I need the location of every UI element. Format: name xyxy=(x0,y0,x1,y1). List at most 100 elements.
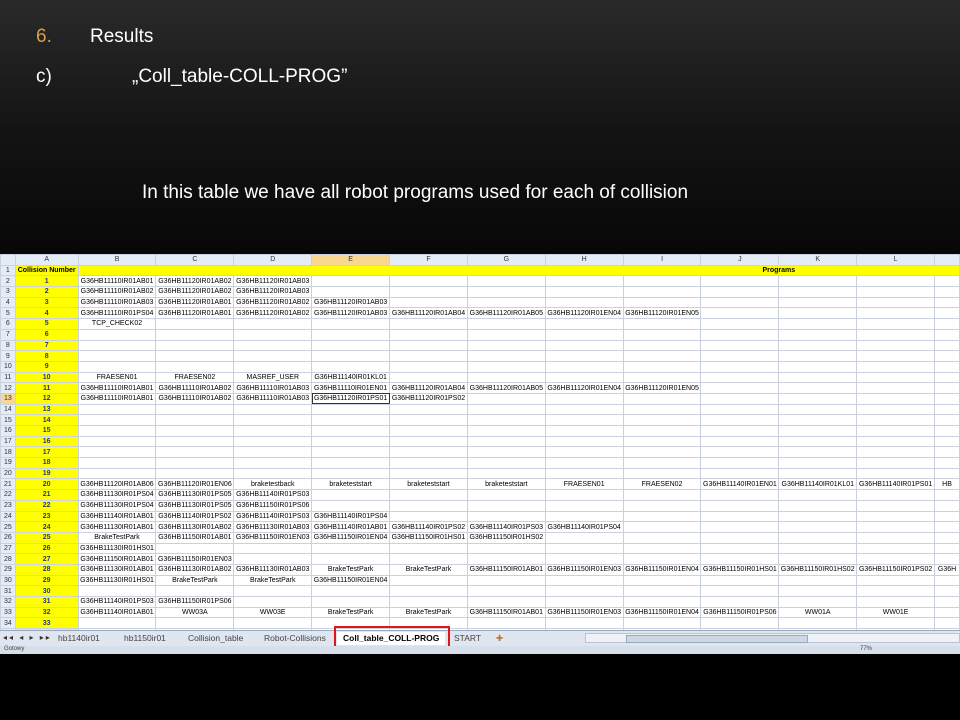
program-cell[interactable] xyxy=(700,585,780,597)
collision-number-cell[interactable]: 11 xyxy=(14,382,79,394)
program-cell[interactable]: braketestback xyxy=(233,478,313,491)
program-cell[interactable]: G36HB11150IR01AB01 xyxy=(466,563,546,576)
tab-robot-collisions[interactable]: Robot-Collisions xyxy=(258,632,332,645)
collision-number-cell[interactable]: 24 xyxy=(14,521,79,533)
program-cell[interactable] xyxy=(856,542,936,555)
program-cell[interactable]: G36HB11120IR01AB03 xyxy=(233,275,313,288)
row-header[interactable]: 17 xyxy=(0,435,16,448)
collision-number-cell[interactable]: 15 xyxy=(14,425,79,437)
program-cell[interactable]: G36HB11140IR01AB01 xyxy=(77,510,157,523)
row-header[interactable]: 21 xyxy=(0,478,16,491)
program-cell[interactable] xyxy=(700,286,780,298)
program-cell[interactable] xyxy=(311,286,391,298)
program-cell[interactable] xyxy=(311,553,391,565)
program-cell[interactable] xyxy=(389,414,468,426)
program-cell[interactable]: G36HB11140IR01PS03 xyxy=(233,489,313,501)
program-cell[interactable] xyxy=(622,553,702,565)
row-header[interactable]: 33 xyxy=(0,606,16,619)
program-cell[interactable] xyxy=(622,350,702,362)
program-cell[interactable]: G36HB11120IR01AB02 xyxy=(155,286,235,298)
program-cell[interactable] xyxy=(700,318,780,330)
program-cell[interactable] xyxy=(466,574,546,587)
tab-start[interactable]: START xyxy=(448,632,487,645)
collision-number-cell[interactable]: 27 xyxy=(14,553,79,565)
program-cell[interactable] xyxy=(622,435,702,448)
program-cell[interactable] xyxy=(700,339,780,352)
program-cell[interactable] xyxy=(934,489,960,501)
program-cell[interactable] xyxy=(934,360,960,373)
program-cell[interactable]: G36HB11150IR01EN03 xyxy=(544,606,624,619)
program-cell[interactable]: G36HB11110IR01PS04 xyxy=(77,307,157,320)
program-cell[interactable] xyxy=(77,585,157,597)
program-cell[interactable] xyxy=(700,296,780,309)
program-cell[interactable] xyxy=(311,403,391,416)
program-cell[interactable]: BrakeTestPark xyxy=(233,574,313,587)
program-cell[interactable]: G36HB11150IR01EN04 xyxy=(311,574,391,587)
program-cell[interactable] xyxy=(389,403,468,416)
program-cell[interactable]: G36HB11120IR01AB06 xyxy=(77,478,157,491)
program-cell[interactable] xyxy=(389,510,468,523)
row-header[interactable]: 30 xyxy=(0,574,16,587)
program-cell[interactable] xyxy=(466,296,546,309)
program-cell[interactable] xyxy=(544,339,624,352)
program-cell[interactable] xyxy=(233,328,313,341)
program-cell[interactable] xyxy=(311,328,391,341)
program-cell[interactable] xyxy=(934,392,960,405)
program-cell[interactable] xyxy=(544,457,624,469)
program-cell[interactable]: G36HB11130IR01HS01 xyxy=(77,542,157,555)
collision-number-cell[interactable]: 1 xyxy=(14,275,79,288)
program-cell[interactable] xyxy=(856,435,936,448)
program-cell[interactable]: G36HB11150IR01EN03 xyxy=(233,531,313,544)
program-cell[interactable] xyxy=(389,360,468,373)
program-cell[interactable] xyxy=(622,585,702,597)
program-cell[interactable] xyxy=(700,521,780,533)
program-cell[interactable] xyxy=(311,596,391,608)
collision-number-cell[interactable]: 19 xyxy=(14,467,79,480)
program-cell[interactable] xyxy=(311,446,391,459)
collision-number-cell[interactable]: 17 xyxy=(14,446,79,459)
program-cell[interactable] xyxy=(700,574,780,587)
collision-number-cell[interactable]: 8 xyxy=(14,350,79,362)
column-header[interactable]: J xyxy=(700,254,780,266)
row-header[interactable]: 28 xyxy=(0,553,16,565)
select-all-corner[interactable] xyxy=(0,254,16,266)
program-cell[interactable] xyxy=(233,414,313,426)
program-cell[interactable] xyxy=(856,403,936,416)
row-header[interactable]: 15 xyxy=(0,414,16,426)
program-cell[interactable] xyxy=(389,542,468,555)
program-cell[interactable] xyxy=(544,318,624,330)
program-cell[interactable] xyxy=(700,382,780,394)
program-cell[interactable]: braketeststart xyxy=(311,478,391,491)
column-header[interactable]: C xyxy=(155,254,235,266)
program-cell[interactable] xyxy=(934,457,960,469)
program-cell[interactable] xyxy=(700,403,780,416)
program-cell[interactable] xyxy=(466,457,546,469)
tab-collision-table[interactable]: Collision_table xyxy=(182,632,249,645)
row-header[interactable]: 27 xyxy=(0,542,16,555)
program-cell[interactable]: G36HB11120IR01AB02 xyxy=(155,275,235,288)
program-cell[interactable] xyxy=(622,318,702,330)
program-cell[interactable]: HB xyxy=(934,478,960,491)
program-cell[interactable] xyxy=(778,318,858,330)
program-cell[interactable] xyxy=(778,596,858,608)
program-cell[interactable] xyxy=(856,360,936,373)
column-header[interactable]: F xyxy=(389,254,468,266)
row-header[interactable]: 16 xyxy=(0,425,16,437)
program-cell[interactable] xyxy=(856,339,936,352)
program-cell[interactable]: G36HB11150IR01PS06 xyxy=(155,596,235,608)
program-cell[interactable] xyxy=(778,392,858,405)
program-cell[interactable] xyxy=(934,467,960,480)
program-cell[interactable] xyxy=(233,350,313,362)
program-cell[interactable] xyxy=(389,457,468,469)
program-cell[interactable] xyxy=(233,339,313,352)
program-cell[interactable] xyxy=(934,499,960,512)
program-cell[interactable] xyxy=(622,446,702,459)
program-cell[interactable]: G36HB11110IR01AB01 xyxy=(77,392,157,405)
program-cell[interactable] xyxy=(311,585,391,597)
collision-number-cell[interactable]: 18 xyxy=(14,457,79,469)
program-cell[interactable] xyxy=(622,574,702,587)
program-cell[interactable] xyxy=(311,360,391,373)
program-cell[interactable] xyxy=(155,414,235,426)
program-cell[interactable] xyxy=(389,350,468,362)
program-cell[interactable] xyxy=(155,435,235,448)
